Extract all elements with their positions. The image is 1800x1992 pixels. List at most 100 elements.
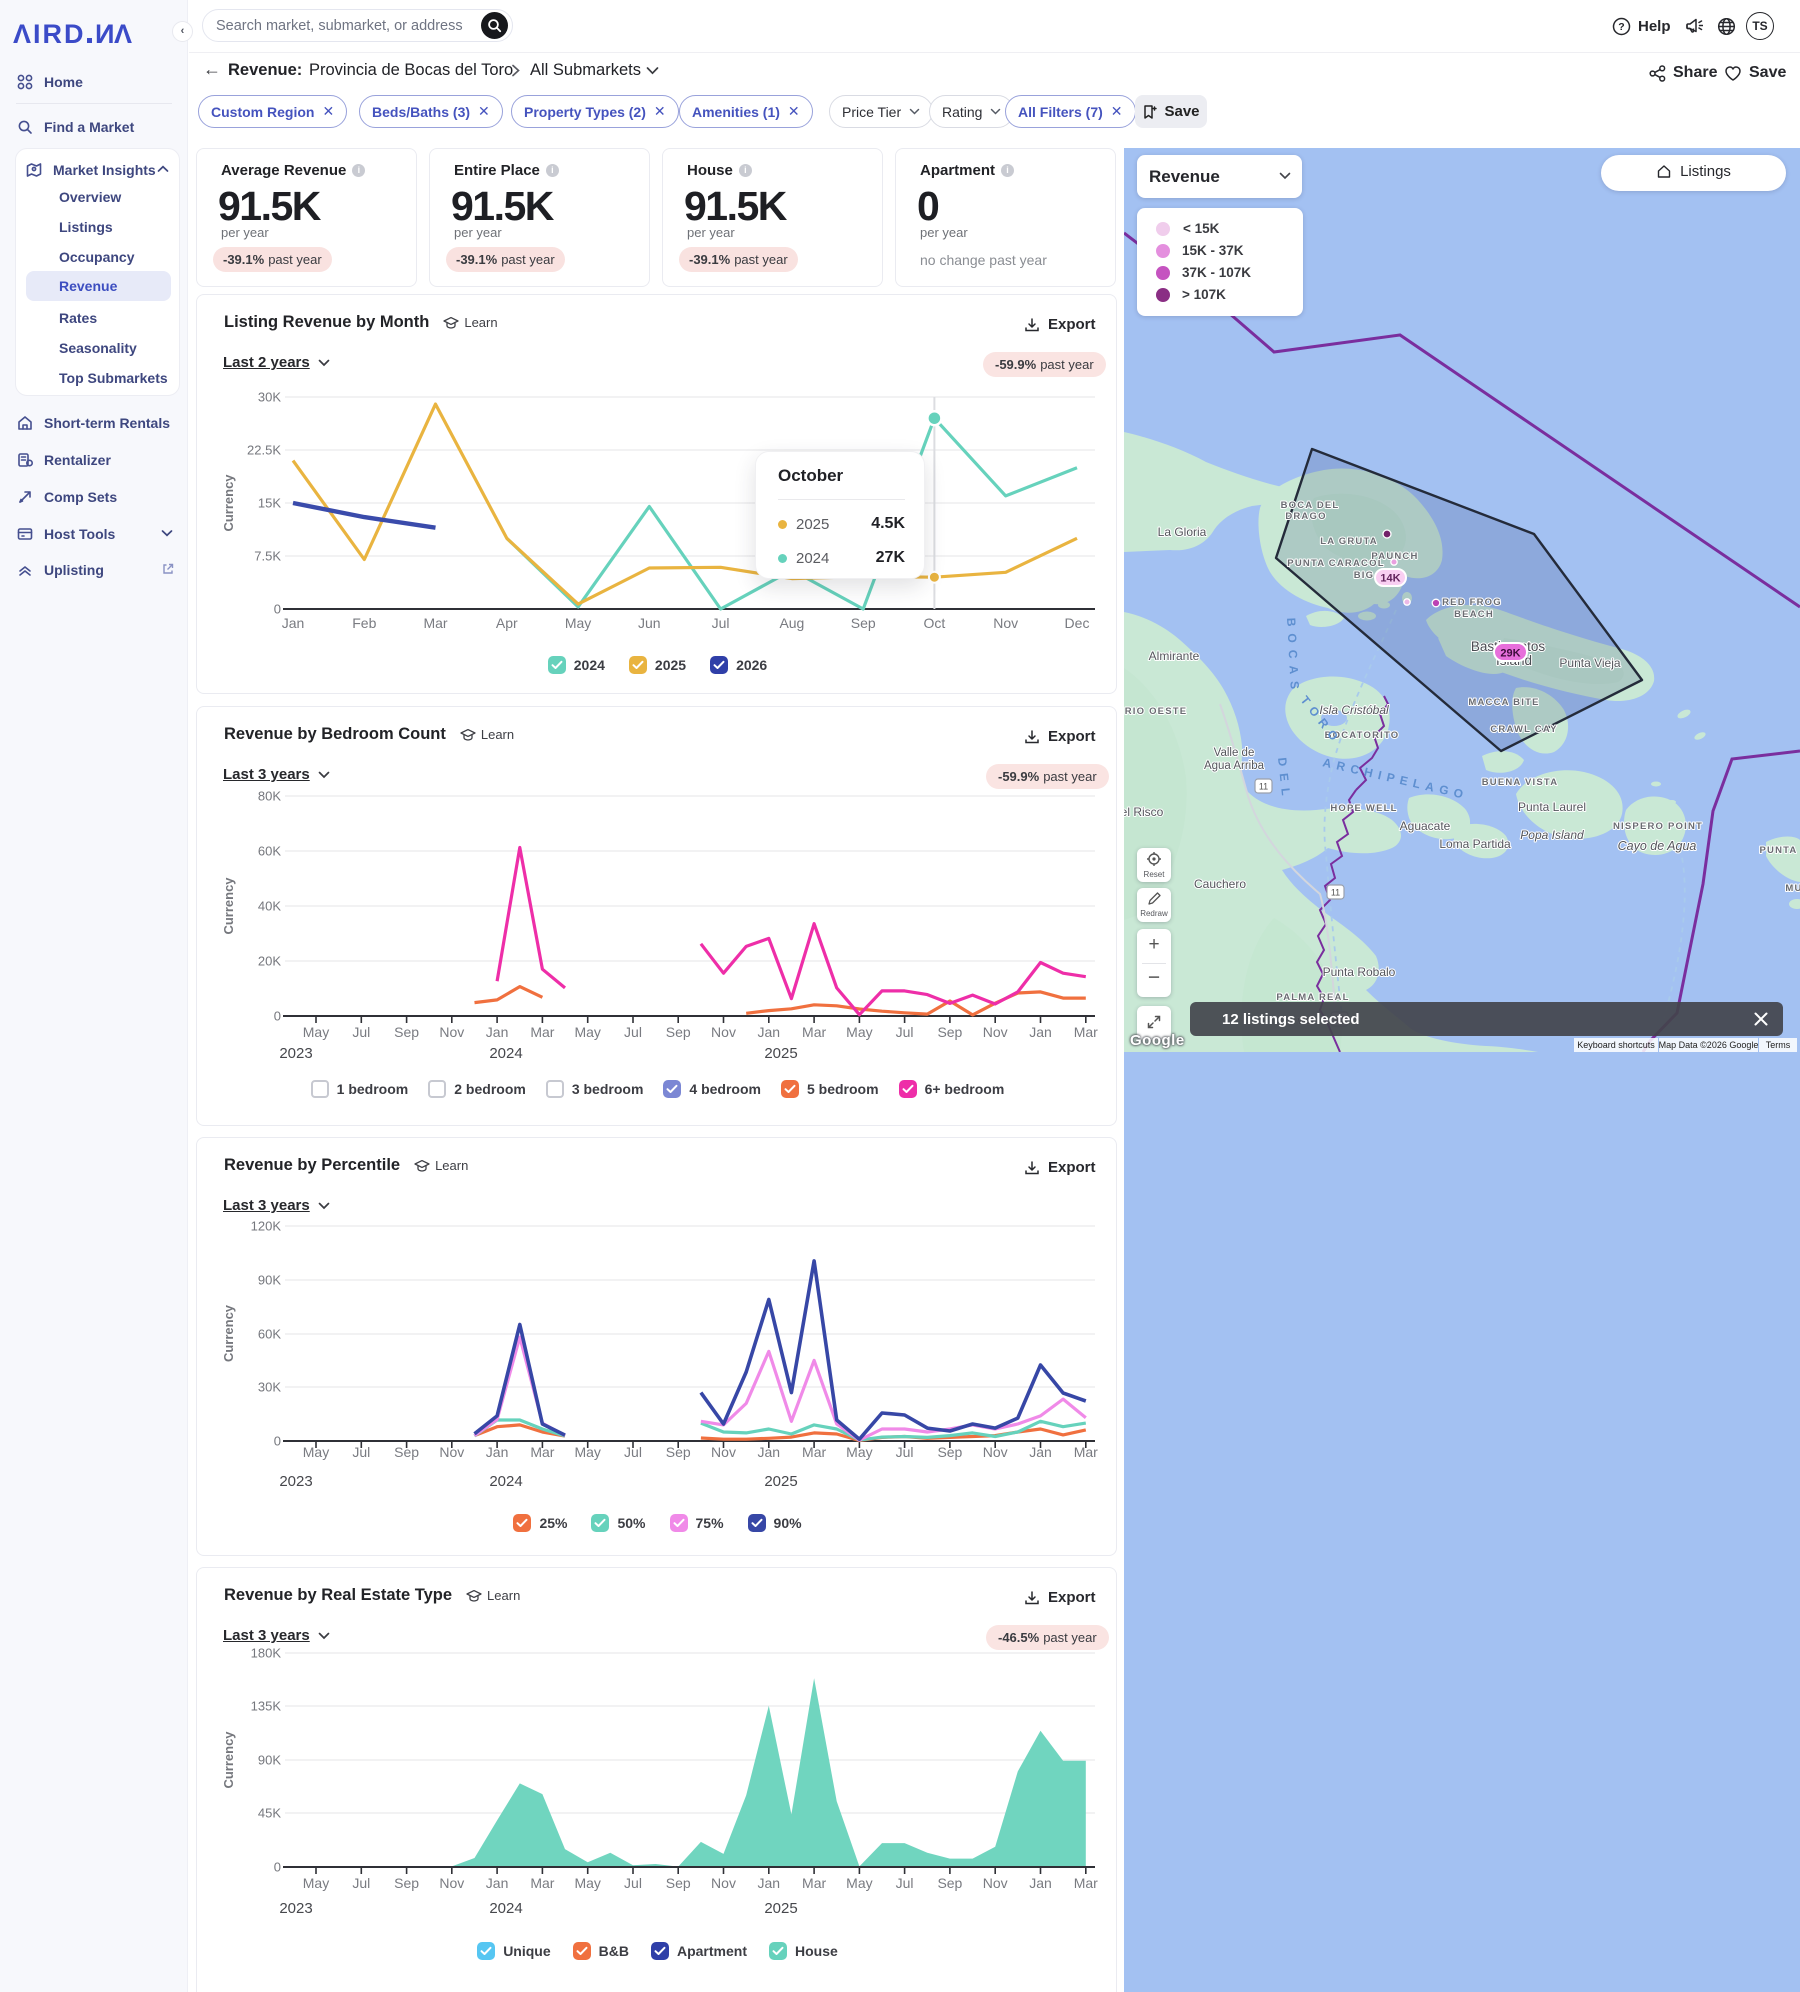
svg-text:135K: 135K [251, 1699, 282, 1714]
svg-text:Loma Partida: Loma Partida [1439, 837, 1511, 851]
svg-text:BEACH: BEACH [1454, 609, 1494, 620]
svg-text:Agua Arriba: Agua Arriba [1204, 760, 1265, 772]
svg-text:Mar: Mar [530, 1024, 554, 1040]
svg-text:80K: 80K [258, 789, 281, 804]
svg-text:90K: 90K [258, 1273, 281, 1288]
svg-text:2024: 2024 [489, 1473, 522, 1490]
svg-text:Jul: Jul [896, 1875, 914, 1891]
svg-text:May: May [574, 1875, 600, 1891]
svg-text:Mar: Mar [530, 1875, 554, 1891]
svg-text:Punta Vieja: Punta Vieja [1559, 656, 1620, 670]
svg-text:BUENA VISTA: BUENA VISTA [1482, 777, 1559, 788]
svg-text:Cauchero: Cauchero [1194, 877, 1246, 891]
svg-text:CRAWL CAY: CRAWL CAY [1490, 724, 1557, 735]
svg-text:2023: 2023 [279, 1045, 312, 1062]
svg-text:30K: 30K [258, 1380, 281, 1395]
svg-text:Jul: Jul [352, 1024, 370, 1040]
svg-text:11: 11 [1259, 782, 1268, 792]
svg-text:Oct: Oct [924, 615, 946, 631]
svg-text:Sep: Sep [666, 1024, 691, 1040]
svg-text:Mar: Mar [1074, 1444, 1098, 1460]
svg-text:BOCA DEL: BOCA DEL [1281, 500, 1340, 511]
svg-text:Feb: Feb [352, 615, 376, 631]
svg-text:Jan: Jan [758, 1024, 781, 1040]
svg-text:Jun: Jun [638, 615, 661, 631]
svg-text:2025: 2025 [764, 1045, 797, 1062]
svg-text:Mar: Mar [1074, 1024, 1098, 1040]
svg-text:20K: 20K [258, 954, 281, 969]
svg-text:La Gloria: La Gloria [1158, 525, 1207, 539]
svg-text:Mar: Mar [802, 1875, 826, 1891]
svg-text:May: May [565, 615, 591, 631]
svg-text:2023: 2023 [279, 1473, 312, 1490]
svg-text:120K: 120K [251, 1219, 282, 1234]
svg-text:Aguacate: Aguacate [1400, 819, 1451, 833]
svg-text:Mar: Mar [530, 1444, 554, 1460]
svg-text:Jul: Jul [624, 1444, 642, 1460]
svg-text:Sep: Sep [394, 1875, 419, 1891]
svg-text:Nov: Nov [711, 1875, 736, 1891]
svg-text:15K: 15K [258, 496, 281, 511]
svg-text:Jan: Jan [1029, 1024, 1052, 1040]
svg-text:May: May [574, 1444, 600, 1460]
svg-text:Jan: Jan [486, 1444, 509, 1460]
svg-text:Jan: Jan [1029, 1444, 1052, 1460]
svg-text:Isla Cristóbal: Isla Cristóbal [1319, 703, 1389, 717]
svg-text:LA GRUTA: LA GRUTA [1320, 536, 1378, 547]
svg-text:Jul: Jul [896, 1444, 914, 1460]
svg-text:Nov: Nov [993, 615, 1018, 631]
svg-text:Nov: Nov [983, 1024, 1008, 1040]
svg-text:29K: 29K [1500, 648, 1520, 660]
svg-text:Jul: Jul [896, 1024, 914, 1040]
svg-text:Cayo de Agua: Cayo de Agua [1618, 839, 1697, 853]
svg-text:2025: 2025 [764, 1900, 797, 1917]
svg-text:Jan: Jan [1029, 1875, 1052, 1891]
svg-text:Sep: Sep [851, 615, 876, 631]
svg-text:2024: 2024 [489, 1900, 522, 1917]
svg-text:el Risco: el Risco [1124, 805, 1164, 819]
svg-text:May: May [303, 1024, 329, 1040]
svg-text:Punta Robalo: Punta Robalo [1323, 965, 1396, 979]
svg-text:Dec: Dec [1065, 615, 1090, 631]
svg-text:Jul: Jul [352, 1444, 370, 1460]
svg-text:RIO OESTE: RIO OESTE [1125, 706, 1188, 717]
svg-text:May: May [846, 1875, 872, 1891]
svg-text:Sep: Sep [937, 1444, 962, 1460]
svg-text:Nov: Nov [439, 1024, 464, 1040]
svg-text:?: ? [1618, 21, 1624, 33]
svg-text:Nov: Nov [711, 1444, 736, 1460]
svg-text:May: May [303, 1444, 329, 1460]
svg-text:22.5K: 22.5K [247, 443, 281, 458]
svg-text:180K: 180K [251, 1646, 282, 1661]
svg-text:Sep: Sep [937, 1875, 962, 1891]
svg-text:2024: 2024 [489, 1045, 522, 1062]
svg-text:Jul: Jul [624, 1024, 642, 1040]
svg-text:7.5K: 7.5K [254, 549, 281, 564]
svg-text:HOPE WELL: HOPE WELL [1330, 803, 1397, 814]
svg-text:Valle de: Valle de [1214, 747, 1255, 759]
svg-text:Currency: Currency [221, 474, 236, 532]
svg-text:Jan: Jan [758, 1444, 781, 1460]
svg-text:MU: MU [1785, 883, 1800, 894]
svg-text:May: May [846, 1444, 872, 1460]
svg-text:May: May [846, 1024, 872, 1040]
svg-text:60K: 60K [258, 844, 281, 859]
svg-text:30K: 30K [258, 390, 281, 405]
svg-text:DRAGO: DRAGO [1285, 511, 1326, 522]
svg-text:Jan: Jan [486, 1024, 509, 1040]
svg-text:14K: 14K [1380, 573, 1400, 585]
svg-text:45K: 45K [258, 1806, 281, 1821]
svg-text:Mar: Mar [423, 615, 447, 631]
svg-text:Aug: Aug [779, 615, 804, 631]
svg-text:Currency: Currency [221, 1731, 236, 1789]
svg-text:Mar: Mar [802, 1024, 826, 1040]
svg-text:RED FROG: RED FROG [1442, 597, 1502, 608]
svg-text:NISPERO POINT: NISPERO POINT [1613, 821, 1703, 832]
svg-text:May: May [574, 1024, 600, 1040]
svg-text:Currency: Currency [221, 877, 236, 935]
svg-text:Nov: Nov [983, 1444, 1008, 1460]
svg-text:90K: 90K [258, 1753, 281, 1768]
svg-text:Punta Laurel: Punta Laurel [1518, 800, 1586, 814]
svg-text:Almirante: Almirante [1149, 649, 1200, 663]
svg-text:Nov: Nov [983, 1875, 1008, 1891]
